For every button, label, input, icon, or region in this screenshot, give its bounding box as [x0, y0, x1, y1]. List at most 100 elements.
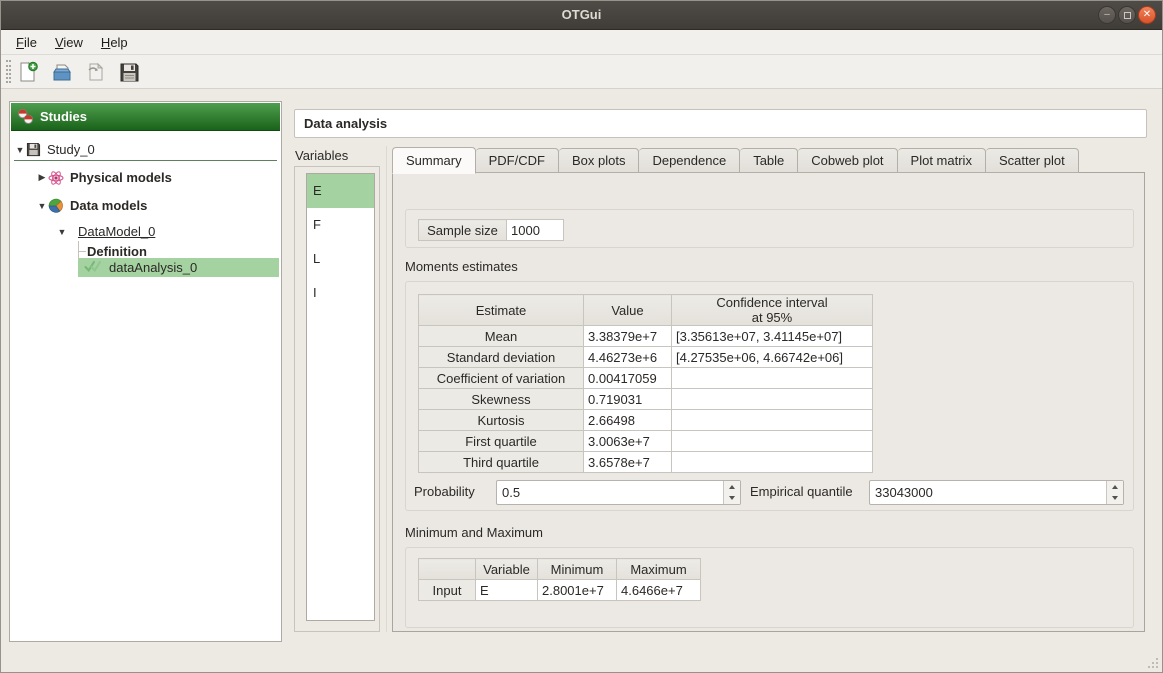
- menu-file[interactable]: File: [7, 33, 46, 52]
- estimate-value: 0.719031: [584, 389, 672, 410]
- estimate-ci: [672, 410, 873, 431]
- minmax-row-header: Input: [419, 580, 476, 601]
- import-page-icon: [85, 61, 107, 83]
- tab-table[interactable]: Table: [740, 148, 798, 173]
- toolbar-drag-handle[interactable]: [6, 60, 11, 83]
- col-header-variable: Variable: [476, 559, 538, 580]
- estimate-value: 2.66498: [584, 410, 672, 431]
- col-header-value: Value: [584, 295, 672, 326]
- estimate-ci: [672, 389, 873, 410]
- tree-item-label: Definition: [87, 244, 147, 259]
- tab-cobweb-plot[interactable]: Cobweb plot: [798, 148, 897, 173]
- spin-down-icon[interactable]: [724, 493, 740, 505]
- minmax-maximum: 4.6466e+7: [617, 580, 701, 601]
- menu-help[interactable]: Help: [92, 33, 137, 52]
- spin-up-icon[interactable]: [724, 481, 740, 493]
- atom-icon: [48, 170, 64, 186]
- empirical-quantile-spinbox: [869, 480, 1124, 505]
- chevron-down-icon[interactable]: ▼: [14, 145, 26, 155]
- tree-item-label: dataAnalysis_0: [109, 260, 197, 275]
- tab-pdf-cdf[interactable]: PDF/CDF: [476, 148, 559, 173]
- ci-header-line2: at 95%: [676, 310, 868, 325]
- probability-input[interactable]: [497, 481, 723, 504]
- minmax-variable: E: [476, 580, 538, 601]
- chevron-down-icon[interactable]: ▼: [56, 227, 68, 237]
- col-header-estimate: Estimate: [419, 295, 584, 326]
- save-floppy-icon: [119, 62, 140, 83]
- new-study-button[interactable]: [16, 60, 40, 84]
- maximize-button[interactable]: [1118, 6, 1136, 24]
- close-icon: ✕: [1143, 10, 1151, 20]
- menubar: File View Help: [1, 30, 1162, 55]
- table-row: Input E 2.8001e+7 4.6466e+7: [419, 580, 701, 601]
- tree-item-data-model-0[interactable]: ▼ DataModel_0: [56, 222, 155, 241]
- estimate-ci: [672, 431, 873, 452]
- moments-section-title: Moments estimates: [405, 259, 518, 274]
- variable-item-f[interactable]: F: [307, 208, 374, 242]
- estimate-name: Kurtosis: [419, 410, 584, 431]
- studies-panel-header: Studies: [11, 103, 280, 131]
- maximize-icon: [1124, 12, 1131, 19]
- page-title: Data analysis: [294, 109, 1147, 138]
- tab-dependence[interactable]: Dependence: [639, 148, 740, 173]
- tab-scatter-plot[interactable]: Scatter plot: [986, 148, 1079, 173]
- estimate-value: 3.6578e+7: [584, 452, 672, 473]
- minmax-table: Variable Minimum Maximum Input E 2.8001e…: [418, 558, 701, 601]
- table-row: Coefficient of variation 0.00417059: [419, 368, 873, 389]
- col-header-maximum: Maximum: [617, 559, 701, 580]
- col-header-blank: [419, 559, 476, 580]
- variable-item-e[interactable]: E: [307, 174, 374, 208]
- estimate-ci: [3.35613e+07, 3.41145e+07]: [672, 326, 873, 347]
- estimate-name: First quartile: [419, 431, 584, 452]
- page-title-text: Data analysis: [304, 116, 387, 131]
- estimate-value: 3.0063e+7: [584, 431, 672, 452]
- table-row: Mean 3.38379e+7 [3.35613e+07, 3.41145e+0…: [419, 326, 873, 347]
- tree-branch-stub: [78, 251, 86, 252]
- tree-item-data-analysis[interactable]: dataAnalysis_0: [78, 258, 279, 277]
- table-row: Skewness 0.719031: [419, 389, 873, 410]
- titlebar[interactable]: OTGui – ✕: [1, 1, 1162, 30]
- study-separator: [14, 160, 277, 161]
- toolbar: [1, 55, 1162, 89]
- save-study-button[interactable]: [117, 60, 141, 84]
- minimize-button[interactable]: –: [1098, 6, 1116, 24]
- study-save-icon: [26, 142, 41, 157]
- spin-up-icon[interactable]: [1107, 481, 1123, 493]
- studies-icon: [17, 108, 34, 125]
- empirical-quantile-input[interactable]: [870, 481, 1106, 504]
- estimate-value: 4.46273e+6: [584, 347, 672, 368]
- chevron-down-icon[interactable]: ▼: [36, 201, 48, 211]
- estimate-value: 0.00417059: [584, 368, 672, 389]
- close-button[interactable]: ✕: [1138, 6, 1156, 24]
- new-document-icon: [17, 61, 39, 83]
- minmax-section-title: Minimum and Maximum: [405, 525, 543, 540]
- variable-item-l[interactable]: L: [307, 242, 374, 276]
- estimate-value: 3.38379e+7: [584, 326, 672, 347]
- tree-item-data-models[interactable]: ▼ Data models: [36, 196, 147, 215]
- resize-grip-icon[interactable]: [1148, 658, 1158, 668]
- empirical-quantile-label: Empirical quantile: [750, 484, 853, 499]
- chevron-right-icon[interactable]: ▶: [36, 172, 48, 183]
- sample-size-label: Sample size: [419, 220, 507, 241]
- variables-label: Variables: [295, 148, 348, 163]
- col-header-confidence-interval: Confidence interval at 95%: [672, 295, 873, 326]
- tab-plot-matrix[interactable]: Plot matrix: [898, 148, 986, 173]
- open-study-button[interactable]: [50, 60, 74, 84]
- spin-down-icon[interactable]: [1107, 493, 1123, 505]
- variable-item-i[interactable]: I: [307, 276, 374, 310]
- tab-summary[interactable]: Summary: [392, 147, 476, 174]
- menu-view[interactable]: View: [46, 33, 92, 52]
- tab-box-plots[interactable]: Box plots: [559, 148, 639, 173]
- import-script-button[interactable]: [84, 60, 108, 84]
- estimate-name: Mean: [419, 326, 584, 347]
- tree-item-study[interactable]: ▼ Study_0: [14, 140, 95, 159]
- estimate-name: Skewness: [419, 389, 584, 410]
- quantile-row: Probability Empirical quantile: [406, 480, 1133, 505]
- open-folder-icon: [51, 61, 73, 83]
- tree-item-physical-models[interactable]: ▶ Physical models: [36, 168, 172, 187]
- panel-splitter[interactable]: [386, 146, 387, 632]
- window-controls: – ✕: [1098, 6, 1156, 24]
- estimate-name: Third quartile: [419, 452, 584, 473]
- studies-panel-title: Studies: [40, 109, 87, 124]
- sample-size-value[interactable]: 1000: [507, 220, 564, 241]
